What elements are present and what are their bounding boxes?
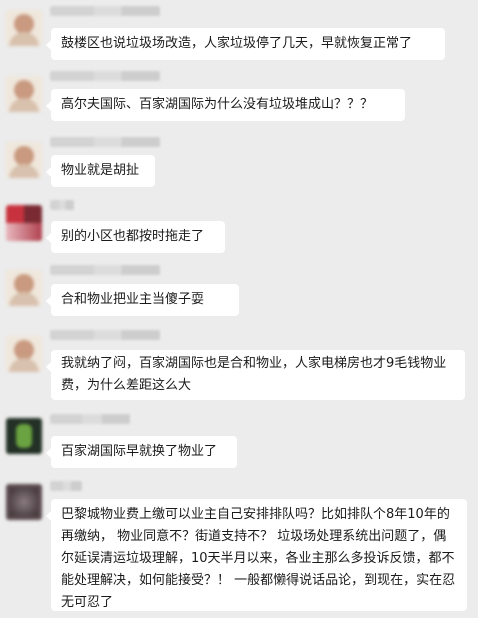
message-text: 巴黎城物业费上缴可以业主自己安排排队吗？比如排队个8年10年的再缴纳， 物业同意… (61, 507, 456, 610)
message-bubble[interactable]: 鼓楼区也说垃圾场改造，人家垃圾停了几天，早就恢复正常了 (46, 28, 445, 60)
message-bubble[interactable]: 巴黎城物业费上缴可以业主自己安排排队吗？比如排队个8年10年的再缴纳， 物业同意… (46, 499, 467, 611)
sender-name (50, 265, 160, 275)
message-bubble[interactable]: 合和物业把业主当傻子耍 (46, 284, 239, 316)
message-bubble[interactable]: 百家湖国际早就换了物业了 (46, 436, 237, 468)
sender-name (50, 71, 160, 81)
avatar[interactable] (6, 142, 42, 178)
message-text: 鼓楼区也说垃圾场改造，人家垃圾停了几天，早就恢复正常了 (61, 36, 413, 51)
sender-name (50, 6, 160, 16)
message-text: 物业就是胡扯 (61, 163, 140, 178)
sender-name (50, 414, 130, 424)
avatar[interactable] (6, 10, 42, 46)
avatar[interactable] (6, 270, 42, 306)
sender-name (50, 137, 160, 147)
sender-name (50, 481, 82, 491)
sender-name (50, 330, 160, 340)
message-bubble[interactable]: 物业就是胡扯 (46, 155, 155, 187)
avatar[interactable] (6, 76, 42, 112)
sender-name (50, 200, 74, 210)
message-text: 合和物业把业主当傻子耍 (61, 292, 205, 307)
message-bubble[interactable]: 高尔夫国际、百家湖国际为什么没有垃圾堆成山？？？ (46, 89, 405, 121)
message-bubble[interactable]: 我就纳了闷，百家湖国际也是合和物业，人家电梯房也才9毛钱物业费，为什么差距这么大 (46, 350, 465, 400)
message-bubble[interactable]: 别的小区也都按时拖走了 (46, 221, 225, 253)
avatar[interactable] (6, 205, 42, 241)
message-text: 别的小区也都按时拖走了 (61, 229, 205, 244)
message-text: 高尔夫国际、百家湖国际为什么没有垃圾堆成山？？？ (61, 97, 374, 112)
avatar[interactable] (6, 418, 42, 454)
avatar[interactable] (6, 484, 42, 520)
chat-message-list: 鼓楼区也说垃圾场改造，人家垃圾停了几天，早就恢复正常了 高尔夫国际、百家湖国际为… (0, 0, 478, 618)
avatar[interactable] (6, 336, 42, 372)
message-text: 我就纳了闷，百家湖国际也是合和物业，人家电梯房也才9毛钱物业费，为什么差距这么大 (61, 356, 447, 393)
message-text: 百家湖国际早就换了物业了 (61, 444, 218, 459)
